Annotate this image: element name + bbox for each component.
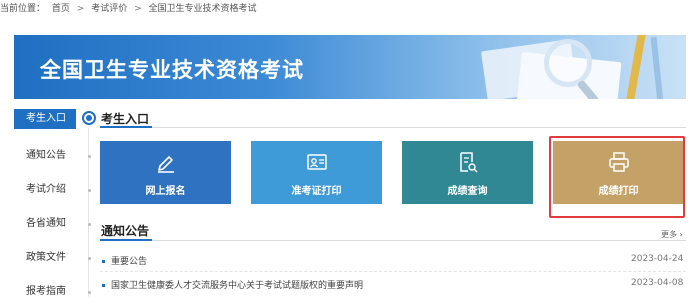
sidebar-item-label: 考生入口 bbox=[26, 113, 66, 124]
more-link[interactable]: 更多 › bbox=[661, 229, 683, 240]
bullet-dot-icon bbox=[88, 291, 91, 294]
section-divider bbox=[100, 240, 686, 241]
bullet-icon bbox=[102, 260, 105, 263]
section-title-underline bbox=[100, 239, 152, 241]
sidebar-item-label: 通知公告 bbox=[26, 150, 66, 161]
active-indicator-icon bbox=[82, 111, 96, 125]
sidebar-item-exam-intro[interactable]: 考试介绍 bbox=[14, 177, 94, 211]
breadcrumb-home-link[interactable]: 首页 bbox=[52, 2, 70, 16]
section-title-notices: 通知公告 bbox=[101, 224, 150, 238]
sidebar-item-label: 政策文件 bbox=[26, 252, 66, 263]
pen-decoration bbox=[650, 36, 664, 99]
bullet-dot-icon bbox=[88, 155, 91, 158]
breadcrumb-separator: > bbox=[76, 4, 85, 14]
edit-pen-icon bbox=[158, 156, 174, 173]
sidebar-nav: 考生入口 通知公告 考试介绍 各省通知 政策文件 报考指南 bbox=[14, 109, 96, 300]
breadcrumb: 当前位置： 首页 > 考试评价 > 全国卫生专业技术资格考试 bbox=[0, 2, 257, 16]
magnifier-icon bbox=[544, 39, 592, 87]
sidebar-item-label: 报考指南 bbox=[26, 286, 66, 297]
document-search-icon bbox=[460, 152, 478, 173]
page-banner: 全国卫生专业技术资格考试 bbox=[14, 35, 686, 99]
card-label: 网上报名 bbox=[145, 186, 186, 197]
section-divider bbox=[100, 127, 686, 128]
sidebar-item-application-guide[interactable]: 报考指南 bbox=[14, 279, 94, 300]
sidebar-item-notices[interactable]: 通知公告 bbox=[14, 143, 94, 177]
notice-item[interactable]: 重要公告 bbox=[102, 254, 147, 268]
sidebar-item-policy-documents[interactable]: 政策文件 bbox=[14, 245, 94, 279]
highlight-box bbox=[549, 136, 685, 218]
breadcrumb-separator: > bbox=[134, 4, 142, 14]
score-query-button[interactable]: 成绩查询 bbox=[402, 141, 533, 204]
section-title-candidate-entrance: 考生入口 bbox=[101, 112, 150, 126]
bullet-dot-icon bbox=[88, 257, 91, 260]
notice-item[interactable]: 国家卫生健康委人才交流服务中心关于考试试题版权的重要声明 bbox=[102, 278, 363, 292]
notice-date: 2023-04-24 bbox=[631, 254, 684, 264]
notice-divider bbox=[100, 271, 686, 272]
sidebar-item-province-notices[interactable]: 各省通知 bbox=[14, 211, 94, 245]
section-title-underline bbox=[100, 126, 152, 128]
id-card-icon bbox=[307, 154, 327, 170]
chevron-right-icon: › bbox=[677, 230, 683, 239]
sidebar-item-label: 考试介绍 bbox=[26, 184, 66, 195]
breadcrumb-prefix: 当前位置： bbox=[0, 4, 46, 14]
card-label: 准考证打印 bbox=[291, 186, 342, 197]
bullet-dot-icon bbox=[88, 189, 91, 192]
sidebar-item-label: 各省通知 bbox=[26, 218, 66, 229]
bullet-icon bbox=[102, 284, 105, 287]
admission-ticket-print-button[interactable]: 准考证打印 bbox=[251, 141, 382, 204]
notice-date: 2023-04-08 bbox=[631, 278, 684, 288]
sidebar-item-candidate-entrance[interactable]: 考生入口 bbox=[14, 109, 96, 129]
online-registration-button[interactable]: 网上报名 bbox=[100, 141, 231, 204]
banner-title: 全国卫生专业技术资格考试 bbox=[40, 58, 304, 82]
breadcrumb-exam-evaluation-link[interactable]: 考试评价 bbox=[91, 2, 127, 16]
pencil-decoration bbox=[625, 35, 647, 99]
card-label: 成绩查询 bbox=[447, 186, 488, 197]
bullet-dot-icon bbox=[88, 223, 91, 226]
notice-title: 重要公告 bbox=[111, 257, 148, 267]
more-label: 更多 bbox=[661, 230, 677, 239]
breadcrumb-current: 全国卫生专业技术资格考试 bbox=[148, 4, 257, 14]
notice-title: 国家卫生健康委人才交流服务中心关于考试试题版权的重要声明 bbox=[111, 281, 364, 291]
